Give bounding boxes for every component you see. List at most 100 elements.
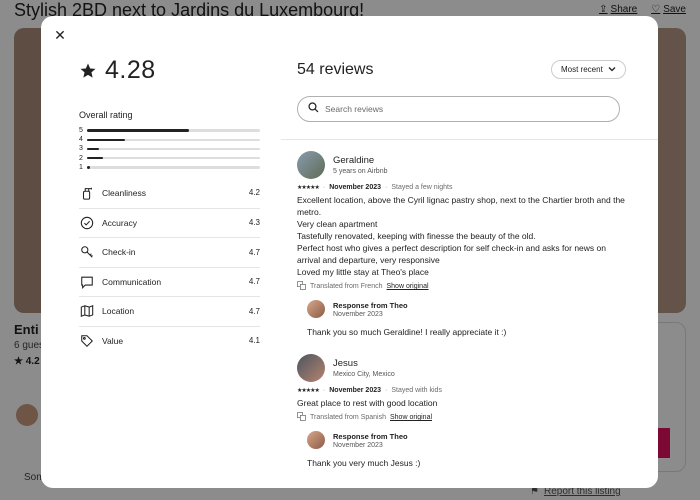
separator-dot: · <box>322 387 326 394</box>
separator-dot: · <box>385 184 388 191</box>
rating-distribution-row: 3 <box>79 144 260 153</box>
translation-note: Translated from French Show original <box>297 281 627 292</box>
category-label: Cleanliness <box>102 187 146 198</box>
response-header: Response from Theo November 2023 <box>307 300 627 318</box>
close-button[interactable]: ✕ <box>52 27 68 43</box>
show-original-link[interactable]: Show original <box>387 283 429 290</box>
distribution-bar <box>87 166 260 169</box>
response-date: November 2023 <box>333 310 383 318</box>
avatar[interactable] <box>297 354 325 382</box>
tag-icon <box>79 333 95 349</box>
host-response: Response from Theo November 2023 Thank y… <box>307 431 627 468</box>
response-text: Thank you very much Jesus :) <box>307 458 421 468</box>
category-label: Communication <box>102 276 162 287</box>
response-header: Response from Theo November 2023 <box>307 431 627 449</box>
category-label: Accuracy <box>102 217 137 228</box>
category-score: 4.7 <box>248 277 260 287</box>
distribution-bar <box>87 138 260 142</box>
review-meta: ★★★★★ · November 2023 · Stayed with kids <box>297 387 627 394</box>
category-label: Check-in <box>102 247 136 258</box>
review-line: Tastefully renovated, keeping with fines… <box>297 231 536 241</box>
category-label: Location <box>102 306 135 317</box>
chat-bubble-icon <box>79 274 95 290</box>
review-line: Perfect host who gives a perfect descrip… <box>297 243 606 265</box>
review-date: November 2023 <box>329 184 382 191</box>
category-cleanliness: Cleanliness 4.2 <box>79 178 260 208</box>
rating-stars: ★★★★★ <box>297 185 320 191</box>
category-score: 4.7 <box>248 247 260 257</box>
rating-distribution: 5 4 3 2 1 <box>79 126 260 172</box>
star-level-label: 4 <box>79 136 83 144</box>
star-level-label: 5 <box>79 127 83 135</box>
distribution-bar <box>87 156 260 160</box>
category-value: Value 4.1 <box>79 325 260 356</box>
avatar[interactable] <box>307 300 325 318</box>
category-score: 4.3 <box>248 218 260 228</box>
close-icon: ✕ <box>54 26 66 43</box>
translate-icon <box>297 412 306 423</box>
star-level-label: 1 <box>79 163 83 171</box>
response-date: November 2023 <box>333 441 383 449</box>
avatar[interactable] <box>297 151 325 179</box>
distribution-bar-fill <box>87 147 100 151</box>
reviewer-subtitle: Mexico City, Mexico <box>333 371 395 378</box>
key-icon <box>79 244 95 260</box>
response-title: Response from Theo <box>333 300 408 310</box>
distribution-bar-fill <box>87 129 190 132</box>
category-communication: Communication 4.7 <box>79 266 260 297</box>
distribution-bar-fill <box>87 138 126 142</box>
review-meta: ★★★★★ · November 2023 · Stayed a few nig… <box>297 184 627 191</box>
show-original-link[interactable]: Show original <box>390 414 432 421</box>
search-icon <box>308 100 319 118</box>
category-location: Location 4.7 <box>79 296 260 326</box>
review-text: Excellent location, above the Cyril lign… <box>297 194 627 278</box>
distribution-bar <box>87 147 260 151</box>
translated-from: Translated from Spanish <box>310 414 386 421</box>
reviews-panel: 54 reviews Most recent Geraldine 5 years… <box>281 16 658 488</box>
distribution-bar-fill <box>87 156 103 160</box>
overall-rating-value: 4.28 <box>105 56 156 84</box>
spray-bottle-icon <box>79 185 95 201</box>
reviewer-name: Geraldine <box>333 155 375 166</box>
sort-label: Most recent <box>561 65 603 74</box>
divider <box>281 139 658 140</box>
response-title: Response from Theo <box>333 431 408 441</box>
review-item: Jesus Mexico City, Mexico ★★★★★ · Novemb… <box>297 353 627 468</box>
review-line: Very clean apartment <box>297 219 378 229</box>
overall-rating-label: Overall rating <box>79 110 133 120</box>
star-level-label: 2 <box>79 154 83 162</box>
check-circle-icon <box>79 215 95 231</box>
review-line: Excellent location, above the Cyril lign… <box>297 195 625 217</box>
star-icon <box>79 62 97 80</box>
rating-distribution-row: 5 <box>79 126 260 135</box>
stay-type: Stayed with kids <box>391 387 442 394</box>
search-reviews[interactable] <box>297 96 620 122</box>
response-text: Thank you so much Geraldine! I really ap… <box>307 327 507 337</box>
translation-note: Translated from Spanish Show original <box>297 412 627 423</box>
map-icon <box>79 303 95 319</box>
sort-dropdown[interactable]: Most recent <box>551 60 626 79</box>
review-header: Jesus Mexico City, Mexico <box>297 353 627 383</box>
stay-type: Stayed a few nights <box>391 184 453 191</box>
category-accuracy: Accuracy 4.3 <box>79 207 260 238</box>
rating-distribution-row: 1 <box>79 163 260 172</box>
avatar[interactable] <box>307 431 325 449</box>
category-score: 4.7 <box>248 306 260 316</box>
search-input[interactable] <box>325 104 605 114</box>
reviewer-subtitle: 5 years on Airbnb <box>333 168 388 175</box>
category-ratings: Cleanliness 4.2 Accuracy 4.3 Check-in 4.… <box>79 178 260 355</box>
review-header: Geraldine 5 years on Airbnb <box>297 150 627 180</box>
category-check-in: Check-in 4.7 <box>79 237 260 267</box>
rating-distribution-row: 4 <box>79 135 260 144</box>
reviewer-name: Jesus <box>333 358 358 369</box>
overall-rating: 4.28 <box>79 56 156 85</box>
reviews-count: 54 reviews <box>297 61 374 78</box>
translated-from: Translated from French <box>310 283 383 290</box>
star-level-label: 3 <box>79 145 83 153</box>
separator-dot: · <box>322 184 326 191</box>
category-score: 4.2 <box>248 188 260 198</box>
distribution-bar <box>87 129 260 132</box>
review-date: November 2023 <box>329 387 382 394</box>
distribution-bar-fill <box>87 166 91 169</box>
review-item: Geraldine 5 years on Airbnb ★★★★★ · Nove… <box>297 150 627 337</box>
